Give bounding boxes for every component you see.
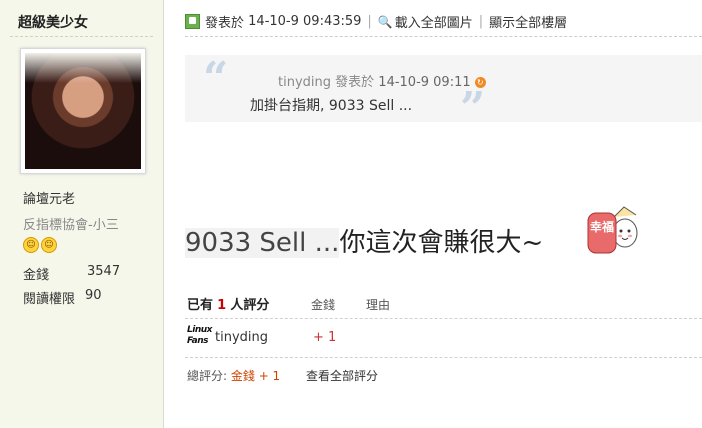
rater-score: + 1 bbox=[313, 330, 337, 345]
rating-col-money: 金錢 bbox=[311, 298, 336, 312]
posted-label: 發表於 bbox=[205, 16, 245, 31]
load-images-link[interactable]: 載入全部圖片 bbox=[395, 12, 473, 31]
post-meta-bar: 發表於 14-10-9 09:43:59 | 🔍 載入全部圖片 | 顯示全部樓層 bbox=[185, 12, 567, 31]
rating-total-label: 總評分: bbox=[187, 369, 228, 383]
rank-icons: ☺ ☺ bbox=[23, 237, 57, 253]
author-sidebar: 超級美少女 論壇元老 反指標協會-小三 ☺ ☺ 金錢 3547 閱讀權限 90 bbox=[0, 0, 164, 428]
author-name[interactable]: 超級美少女 bbox=[18, 12, 88, 32]
post-body-text: 你這次會賺很大~ bbox=[339, 228, 544, 258]
avatar[interactable] bbox=[20, 48, 146, 174]
avatar-image bbox=[25, 53, 141, 169]
user-rank: 論壇元老 bbox=[23, 192, 76, 207]
happiness-sticker-icon: 幸福 bbox=[587, 206, 638, 254]
separator: | bbox=[367, 14, 372, 29]
rater-name[interactable]: tinyding bbox=[215, 330, 268, 345]
post-body-highlight: 9033 Sell ... bbox=[185, 228, 340, 258]
rating-header-suffix: 人評分 bbox=[230, 298, 270, 313]
rating-header-prefix: 已有 bbox=[187, 298, 214, 313]
smiley-icon: ☺ bbox=[41, 237, 57, 253]
post-icon bbox=[185, 14, 200, 29]
quote-time: 14-10-9 09:11 bbox=[378, 75, 471, 90]
user-group: 反指標協會-小三 bbox=[23, 218, 119, 233]
open-quote-icon: “ bbox=[203, 53, 229, 104]
magnifier-icon: 🔍 bbox=[377, 14, 393, 29]
rating-col-reason: 理由 bbox=[366, 298, 391, 312]
quote-block: “ tinyding 發表於 14-10-9 09:11 ↻ 加掛台指期, 90… bbox=[185, 53, 702, 134]
read-permission-stat: 閱讀權限 90 bbox=[23, 288, 102, 307]
quote-meta: tinyding 發表於 14-10-9 09:11 ↻ bbox=[278, 71, 486, 90]
quote-text: 加掛台指期, 9033 Sell ... bbox=[250, 98, 413, 114]
divider bbox=[185, 318, 702, 319]
divider bbox=[185, 357, 702, 358]
linux-fans-badge: Linux Fans bbox=[187, 325, 212, 346]
rating-header: 已有 1 人評分 bbox=[187, 294, 269, 313]
rating-count: 1 bbox=[217, 298, 227, 313]
divider bbox=[10, 36, 153, 37]
separator: | bbox=[478, 14, 484, 29]
coins-value: 3547 bbox=[87, 264, 121, 279]
coins-label: 金錢 bbox=[23, 268, 50, 283]
coins-stat: 金錢 3547 bbox=[23, 264, 120, 283]
quote-posted-label: 發表於 bbox=[335, 75, 375, 90]
sticker-text-1: 幸福 bbox=[590, 219, 614, 234]
quote-author[interactable]: tinyding bbox=[278, 75, 331, 90]
read-permission-label: 閱讀權限 bbox=[23, 292, 76, 307]
read-permission-value: 90 bbox=[85, 288, 102, 303]
show-all-floors-link[interactable]: 顯示全部樓層 bbox=[489, 12, 567, 31]
rating-total: 總評分: 金錢 + 1 bbox=[187, 367, 280, 384]
view-all-ratings-link[interactable]: 查看全部評分 bbox=[306, 367, 378, 384]
divider bbox=[185, 36, 702, 37]
post-body: 9033 Sell ...你這次會賺很大~ bbox=[185, 222, 543, 259]
close-quote-icon: ” bbox=[460, 83, 486, 134]
rating-total-value: 金錢 + 1 bbox=[230, 369, 281, 383]
posted-time: 14-10-9 09:43:59 bbox=[248, 14, 362, 29]
smiley-icon: ☺ bbox=[23, 237, 39, 253]
